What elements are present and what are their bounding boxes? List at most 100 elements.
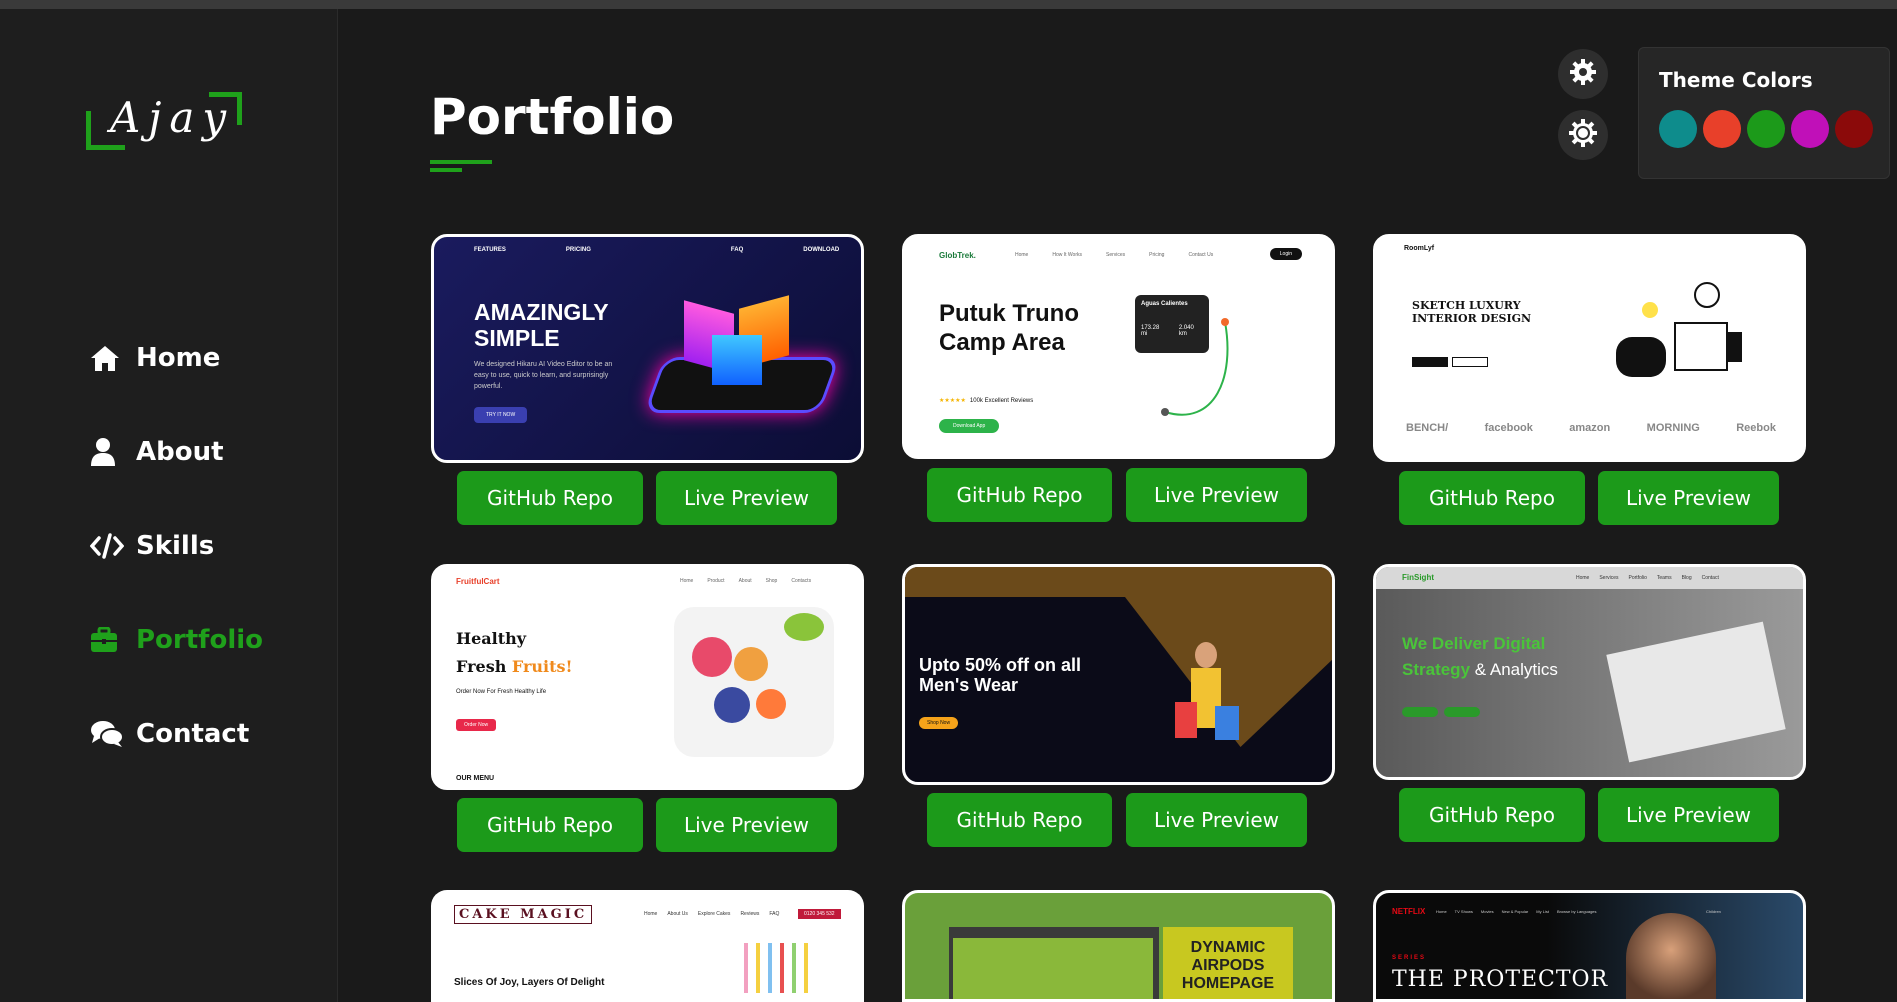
live-preview-button[interactable]: Live Preview [656, 798, 837, 852]
thumb-nav-item: Contact Us [1188, 252, 1214, 258]
thumb-nav-item: Home [1576, 575, 1590, 581]
thumb-phone: 0120 345 532 [798, 909, 841, 919]
user-icon [90, 438, 126, 466]
thumb-nav-item: Shop [765, 578, 778, 584]
live-preview-button[interactable]: Live Preview [1598, 788, 1779, 842]
thumb-nav-item: New & Popular [1501, 909, 1529, 914]
live-preview-button[interactable]: Live Preview [1598, 471, 1779, 525]
thumb-headline-line1: We Deliver Digital [1402, 634, 1546, 653]
thumb-headline: Upto 50% off on all Men's Wear [919, 655, 1081, 695]
thumb-nav-item: Teams [1656, 575, 1672, 581]
project-thumbnail[interactable]: FruitfulCart Home Product About Shop Con… [431, 564, 864, 790]
project-thumbnail[interactable]: DYNAMIC AIRPODS HOMEPAGE [902, 890, 1335, 1002]
project-card: FruitfulCart Home Product About Shop Con… [431, 564, 864, 852]
theme-colors-title: Theme Colors [1659, 68, 1813, 92]
project-thumbnail[interactable]: GlobTrek. Home How It Works Services Pri… [902, 234, 1335, 459]
project-thumbnail[interactable]: NETFLIX Home TV Shows Movies New & Popul… [1373, 890, 1806, 1002]
github-repo-button[interactable]: GitHub Repo [927, 793, 1112, 847]
thumb-nav-item: Home [1015, 252, 1029, 258]
window-top-bar [0, 0, 1897, 9]
title-underline-short [430, 168, 462, 172]
thumb-interior-illustration [1606, 282, 1756, 392]
swatch-green[interactable] [1747, 110, 1785, 148]
swatch-magenta[interactable] [1791, 110, 1829, 148]
sun-icon [1568, 118, 1598, 152]
thumb-nav-item: Services [1599, 575, 1619, 581]
thumb-headline-word: & Analytics [1474, 660, 1558, 679]
swatch-teal[interactable] [1659, 110, 1697, 148]
thumb-nav-item: Movies [1480, 909, 1494, 914]
live-preview-button[interactable]: Live Preview [1126, 793, 1307, 847]
project-thumbnail[interactable]: FEATURES PRICING FAQ DOWNLOAD AMAZINGLY … [431, 234, 864, 463]
github-repo-button[interactable]: GitHub Repo [1399, 788, 1585, 842]
thumb-shopper-figure [1175, 642, 1239, 762]
thumb-nav-item: How It Works [1052, 252, 1082, 258]
thumb-nav-item: Reviews [740, 911, 760, 917]
nav-item-home[interactable]: Home [90, 311, 263, 405]
gear-icon [1569, 58, 1597, 90]
logo-text: Ajay [110, 93, 235, 142]
thumb-brand: FruitfulCart [456, 577, 500, 586]
nav-label: Home [136, 343, 221, 373]
thumb-nav-item: Explore Cakes [697, 911, 731, 917]
thumb-fruit-bowl [674, 607, 834, 757]
thumb-brand: CAKE MAGIC [454, 905, 593, 924]
thumb-subtext: We designed Hikaru AI Video Editor to be… [474, 361, 613, 390]
thumb-nav-item: Browse by Languages [1556, 909, 1597, 914]
project-thumbnail[interactable]: RoomLyf SKETCH LUXURY INTERIOR DESIGN BE… [1373, 234, 1806, 462]
github-repo-button[interactable]: GitHub Repo [927, 468, 1112, 522]
page-title: Portfolio [430, 88, 675, 146]
swatch-red-orange[interactable] [1703, 110, 1741, 148]
theme-toggle-button[interactable] [1558, 110, 1608, 160]
nav-label: Portfolio [136, 625, 264, 655]
thumb-document-graphic [1606, 621, 1786, 763]
thumb-profile-label: Children [1706, 909, 1721, 914]
project-card: FEATURES PRICING FAQ DOWNLOAD AMAZINGLY … [431, 234, 864, 525]
project-thumbnail[interactable]: Upto 50% off on all Men's Wear Shop Now [902, 564, 1335, 785]
github-repo-button[interactable]: GitHub Repo [457, 471, 643, 525]
thumb-headline: THE PROTECTOR [1392, 967, 1609, 992]
thumb-logo: facebook [1484, 422, 1533, 434]
thumb-brand: NETFLIX [1392, 907, 1426, 916]
thumb-nav-item: Home [644, 911, 658, 917]
thumb-headline: SKETCH LUXURY INTERIOR DESIGN [1412, 299, 1532, 325]
thumb-logo: MORNING [1646, 422, 1700, 434]
thumb-headline: AMAZINGLY SIMPLE [474, 299, 609, 351]
thumb-panel-title: Aguas Calientes [1141, 301, 1188, 307]
project-card: FinSight Home Services Portfolio Teams B… [1373, 564, 1806, 842]
settings-button[interactable] [1558, 49, 1608, 99]
thumb-nav-item: Blog [1681, 575, 1692, 581]
nav-item-about[interactable]: About [90, 405, 263, 499]
nav-item-contact[interactable]: Contact [90, 687, 263, 781]
live-preview-button[interactable]: Live Preview [1126, 468, 1307, 522]
thumb-cta: TRY IT NOW [474, 407, 528, 423]
live-preview-button[interactable]: Live Preview [656, 471, 837, 525]
thumb-hero-face [1626, 913, 1716, 999]
thumb-nav-item: Home [1436, 909, 1447, 914]
thumb-cta: Order Now [456, 719, 497, 731]
thumb-nav-item: FAQ [730, 247, 744, 253]
nav-label: About [136, 437, 224, 467]
swatch-dark-red[interactable] [1835, 110, 1873, 148]
thumb-cta: Shop Now [919, 717, 959, 729]
thumb-cta: Download App [939, 419, 1000, 433]
thumb-logo: BENCH/ [1406, 422, 1449, 434]
nav-item-portfolio[interactable]: Portfolio [90, 593, 263, 687]
nav-menu: Home About Skills Portfolio Contact [90, 311, 263, 781]
thumb-nav-item: Contacts [791, 578, 812, 584]
github-repo-button[interactable]: GitHub Repo [457, 798, 643, 852]
project-thumbnail[interactable]: CAKE MAGIC Home About Us Explore Cakes R… [431, 890, 864, 1002]
github-repo-button[interactable]: GitHub Repo [1399, 471, 1585, 525]
nav-item-skills[interactable]: Skills [90, 499, 263, 593]
thumb-subtext: Slices Of Joy, Layers Of Delight [454, 977, 605, 988]
thumb-headline-word: Fresh [456, 657, 507, 676]
thumb-nav-item: Home [680, 578, 694, 584]
thumb-brand: FinSight [1402, 573, 1434, 582]
thumb-login: Login [1269, 248, 1302, 260]
project-thumbnail[interactable]: FinSight Home Services Portfolio Teams B… [1373, 564, 1806, 780]
thumb-headline: DYNAMIC AIRPODS HOMEPAGE [1163, 927, 1293, 999]
thumb-candles [744, 943, 808, 993]
code-icon [90, 533, 126, 559]
thumb-nav-item: My List [1536, 909, 1549, 914]
logo[interactable]: Ajay [86, 83, 242, 151]
